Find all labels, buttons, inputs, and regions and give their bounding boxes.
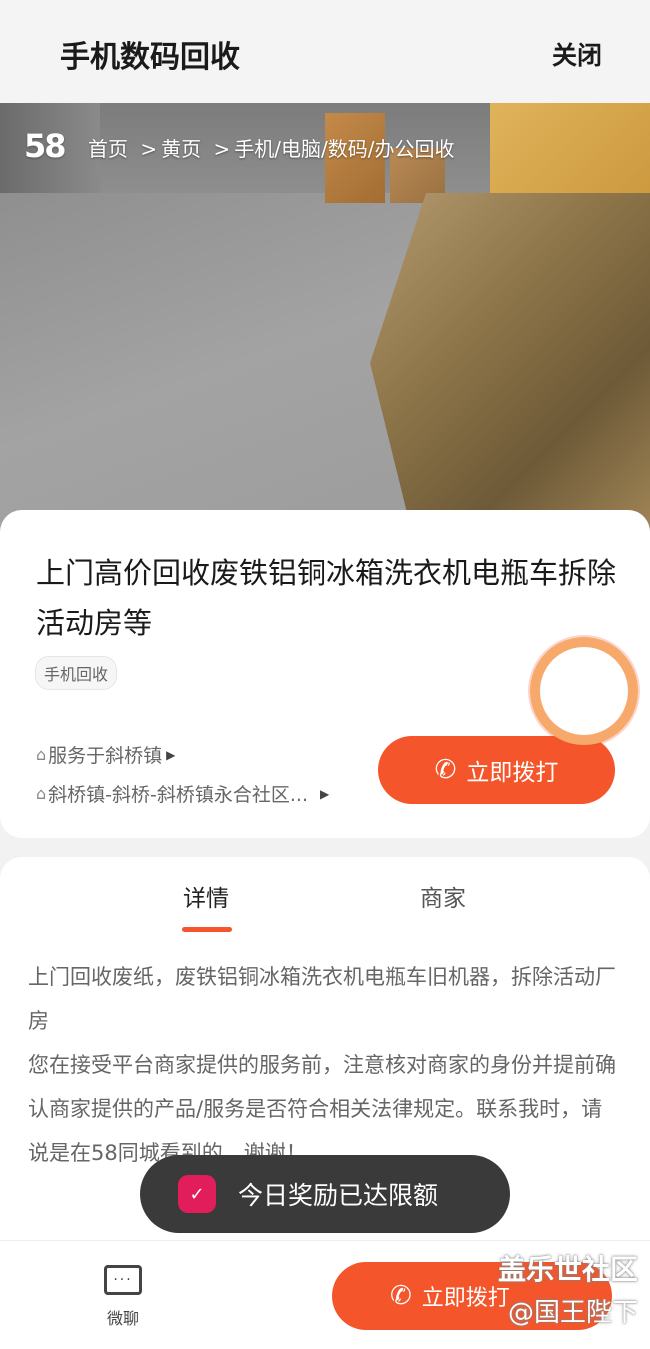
breadcrumb-yellow-pages[interactable]: 黄页 <box>161 137 201 161</box>
breadcrumb: 首页 > 黄页 > 手机/电脑/数码/办公回收 <box>88 133 460 162</box>
close-button[interactable]: 关闭 <box>552 36 602 72</box>
breadcrumb-category[interactable]: 手机/电脑/数码/办公回收 <box>234 137 454 161</box>
page-title: 手机数码回收 <box>60 40 240 75</box>
tab-merchant[interactable]: 商家 <box>420 879 466 913</box>
chat-bubble-icon: ··· <box>104 1265 142 1295</box>
phone-icon: ✆ <box>434 755 457 785</box>
call-now-label: 立即拨打 <box>466 760 559 786</box>
phone-icon: ✆ <box>390 1281 412 1311</box>
breadcrumb-separator: > <box>213 137 231 161</box>
listing-title: 上门高价回收废铁铝铜冰箱洗衣机电瓶车拆除活动房等 <box>36 556 617 640</box>
breadcrumb-home[interactable]: 首页 <box>88 137 128 161</box>
home-icon: ⌂ <box>36 784 47 803</box>
service-area-link[interactable]: ⌂ 服务于斜桥镇 ▶ <box>36 741 175 768</box>
description-paragraph: 上门回收废纸，废铁铝铜冰箱洗衣机电瓶车旧机器，拆除活动厂房 <box>28 965 616 1033</box>
tab-details[interactable]: 详情 <box>183 879 229 913</box>
toast: ✓ 今日奖励已达限额 <box>140 1155 510 1233</box>
check-alert-icon: ✓ <box>178 1175 216 1213</box>
chat-button[interactable]: ··· 微聊 <box>100 1265 146 1329</box>
watermark-line2: @国王陛下 <box>507 1298 638 1328</box>
floating-reward-ring-icon[interactable] <box>530 637 638 745</box>
address-text: 斜桥镇-斜桥-斜桥镇永合社区... <box>48 784 308 806</box>
active-tab-indicator <box>182 927 232 932</box>
bottom-call-label: 立即拨打 <box>421 1286 510 1311</box>
breadcrumb-separator: > <box>140 137 158 161</box>
category-tag: 手机回收 <box>35 656 118 690</box>
chevron-right-icon: ▶ <box>166 747 176 762</box>
watermark-line1: 盖乐世社区 <box>497 1253 638 1286</box>
address-link[interactable]: ⌂ 斜桥镇-斜桥-斜桥镇永合社区... ▶ <box>36 780 329 807</box>
toast-text: 今日奖励已达限额 <box>238 1181 439 1210</box>
top-bar: 手机数码回收 关闭 <box>0 0 650 103</box>
service-area-text: 服务于斜桥镇 <box>48 745 163 767</box>
chevron-right-icon: ▶ <box>320 786 330 801</box>
hero-photo-cardboard <box>370 193 650 533</box>
home-icon: ⌂ <box>36 745 47 764</box>
call-now-button[interactable]: ✆ 立即拨打 <box>378 736 615 804</box>
brand-logo: 58 <box>24 127 67 165</box>
description: 上门回收废纸，废铁铝铜冰箱洗衣机电瓶车旧机器，拆除活动厂房 您在接受平台商家提供… <box>28 955 618 1175</box>
chat-label: 微聊 <box>106 1309 139 1328</box>
hero-image: 58 首页 > 黄页 > 手机/电脑/数码/办公回收 <box>0 103 650 533</box>
